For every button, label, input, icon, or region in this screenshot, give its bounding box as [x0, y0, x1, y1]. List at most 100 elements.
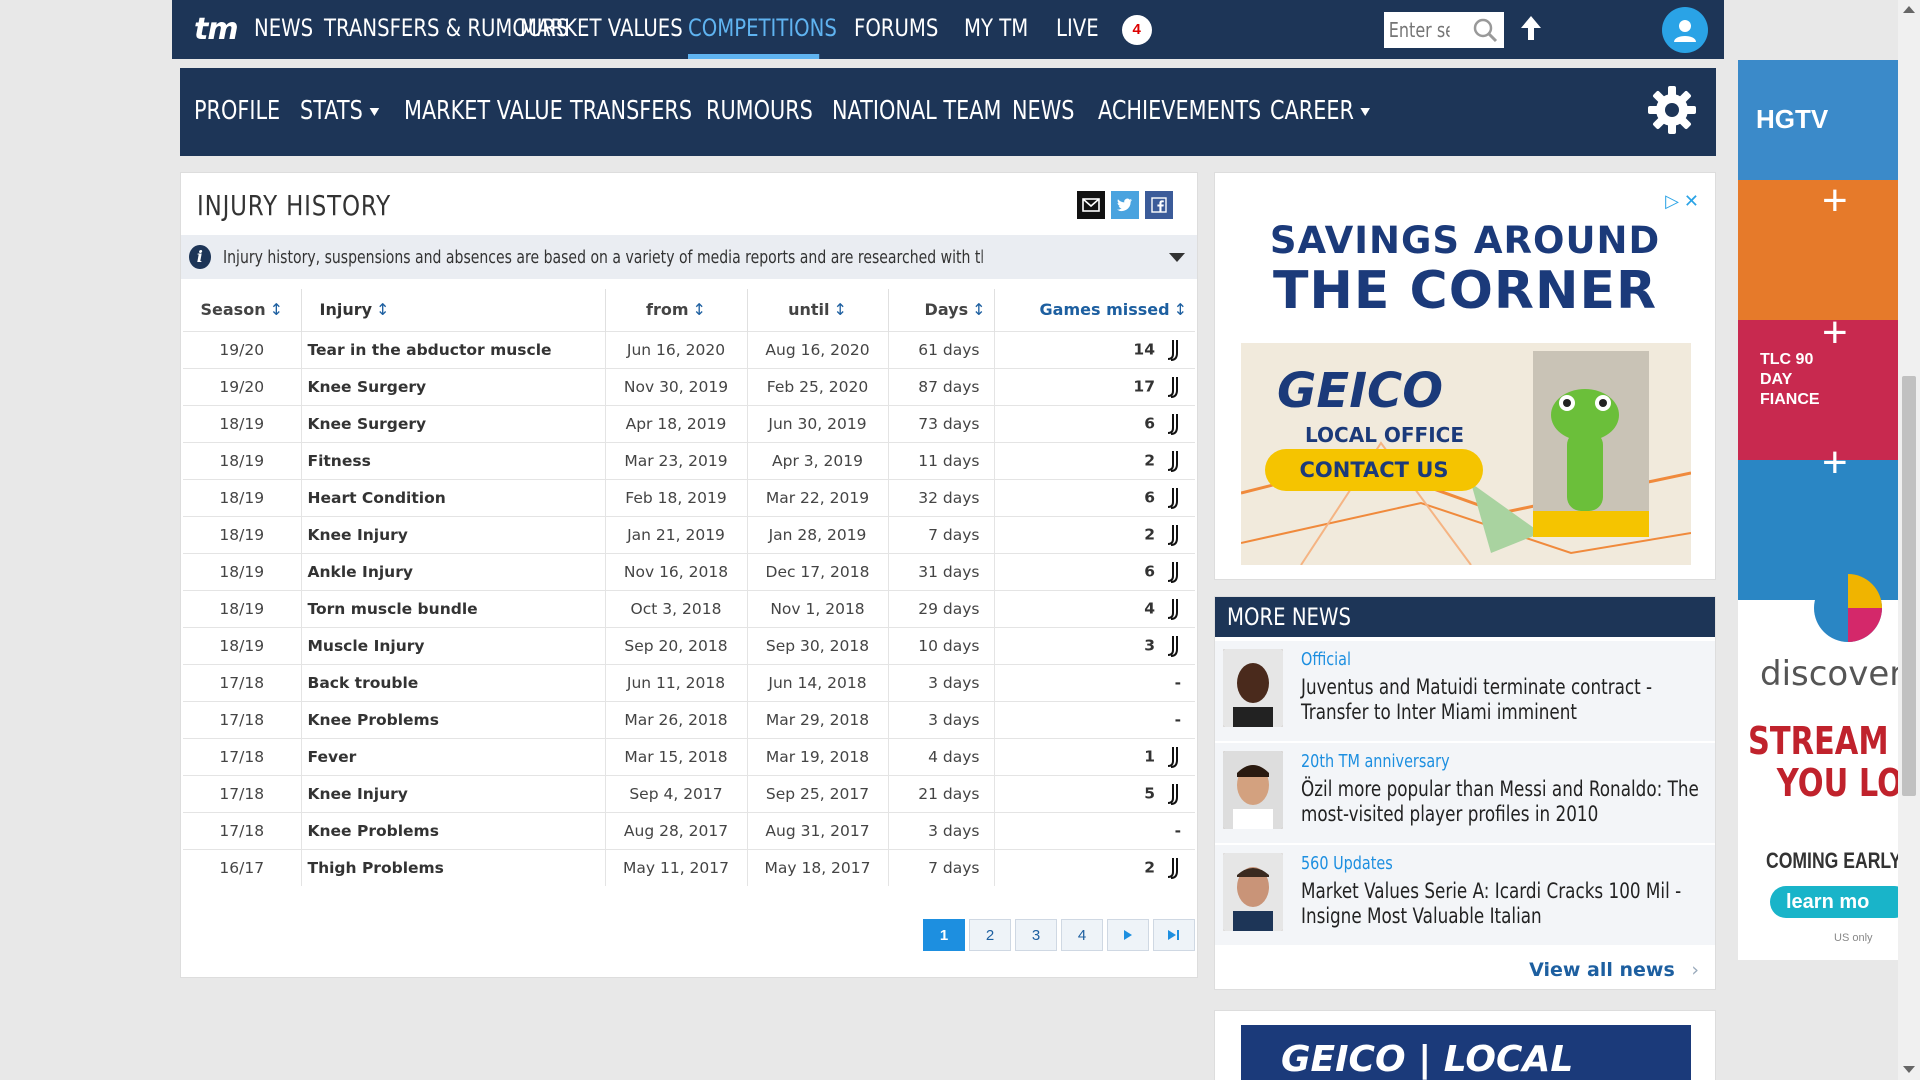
- news-item[interactable]: 560 Updates Market Values Serie A: Icard…: [1215, 845, 1715, 945]
- cell-games-missed: 6: [994, 552, 1195, 590]
- tab-national-team[interactable]: NATIONAL TEAM: [832, 96, 1001, 126]
- view-all-news-link[interactable]: View all news ›: [1529, 959, 1699, 981]
- nav-my-tm[interactable]: MY TM: [964, 0, 1039, 59]
- cell-injury[interactable]: Knee Problems: [301, 811, 606, 849]
- column-days[interactable]: Days ↕: [888, 289, 995, 331]
- cell-injury[interactable]: Back trouble: [301, 663, 606, 701]
- share-twitter-button[interactable]: [1111, 191, 1139, 219]
- cell-injury[interactable]: Knee Surgery: [301, 404, 606, 442]
- cell-injury[interactable]: Ankle Injury: [301, 552, 606, 590]
- juventus-crest-icon[interactable]: [1167, 783, 1181, 805]
- cell-injury[interactable]: Torn muscle bundle: [301, 589, 606, 627]
- news-item[interactable]: Official Juventus and Matuidi terminate …: [1215, 641, 1715, 741]
- cell-injury[interactable]: Knee Surgery: [301, 367, 606, 405]
- juventus-crest-icon[interactable]: [1167, 561, 1181, 583]
- next-page-button[interactable]: [1107, 919, 1149, 951]
- ad-choices-icon[interactable]: ▷ ✕: [1665, 191, 1699, 212]
- pagination: 1 2 3 4: [923, 919, 1195, 951]
- news-headline[interactable]: Özil more popular than Messi and Ronaldo…: [1301, 777, 1701, 827]
- page-1-button[interactable]: 1: [923, 919, 965, 951]
- nav-market-values[interactable]: MARKET VALUES: [520, 0, 683, 59]
- nav-forums[interactable]: FORUMS: [854, 0, 944, 59]
- juventus-crest-icon[interactable]: [1167, 487, 1181, 509]
- cell-days: 7 days: [888, 515, 995, 553]
- tab-market-value[interactable]: MARKET VALUE: [404, 96, 563, 126]
- tab-career[interactable]: CAREER: [1270, 96, 1370, 126]
- cell-injury[interactable]: Thigh Problems: [301, 848, 606, 886]
- column-until[interactable]: until ↕: [747, 289, 889, 331]
- scroll-up-icon[interactable]: [1903, 6, 1915, 13]
- cell-injury[interactable]: Tear in the abductor muscle: [301, 330, 606, 368]
- transfermarkt-logo[interactable]: tm: [194, 12, 239, 47]
- share-facebook-button[interactable]: [1145, 191, 1173, 219]
- news-item[interactable]: 20th TM anniversary Özil more popular th…: [1215, 743, 1715, 843]
- last-page-button[interactable]: [1153, 919, 1195, 951]
- scroll-top-icon[interactable]: [1520, 14, 1542, 42]
- juventus-crest-icon[interactable]: [1167, 413, 1181, 435]
- chevron-down-icon: [369, 107, 379, 116]
- cell-until: Jun 14, 2018: [747, 663, 889, 701]
- juventus-crest-icon[interactable]: [1167, 339, 1181, 361]
- scroll-down-icon[interactable]: [1903, 1066, 1915, 1073]
- page-scrollbar[interactable]: [1898, 0, 1920, 1080]
- user-avatar[interactable]: [1662, 7, 1708, 53]
- cell-injury[interactable]: Muscle Injury: [301, 626, 606, 664]
- tab-stats[interactable]: STATS: [300, 96, 379, 126]
- injury-table: Season ↕ Injury ↕ from ↕ until ↕ Days ↕ Games…: [183, 289, 1195, 886]
- contact-us-button[interactable]: CONTACT US: [1265, 449, 1483, 491]
- column-season[interactable]: Season ↕: [183, 289, 302, 331]
- search-icon[interactable]: [1472, 17, 1498, 43]
- nav-transfers-rumours[interactable]: TRANSFERS & RUMOURS: [324, 0, 568, 59]
- juventus-crest-icon[interactable]: [1167, 857, 1181, 879]
- page-2-button[interactable]: 2: [969, 919, 1011, 951]
- cell-injury[interactable]: Knee Injury: [301, 515, 606, 553]
- cell-injury[interactable]: Knee Injury: [301, 774, 606, 812]
- tab-news[interactable]: NEWS: [1012, 96, 1074, 126]
- plus-icon: +: [1822, 438, 1848, 487]
- chevron-down-icon[interactable]: [1169, 253, 1185, 262]
- share-email-button[interactable]: [1077, 191, 1105, 219]
- mail-icon: [1082, 198, 1100, 212]
- juventus-crest-icon[interactable]: [1167, 376, 1181, 398]
- nav-competitions[interactable]: COMPETITIONS: [687, 0, 836, 59]
- news-headline[interactable]: Market Values Serie A: Icardi Cracks 100…: [1301, 879, 1701, 929]
- news-category[interactable]: 560 Updates: [1301, 853, 1393, 874]
- tab-rumours[interactable]: RUMOURS: [706, 96, 813, 126]
- column-injury-label: Injury: [319, 300, 373, 320]
- tab-achievements[interactable]: ACHIEVEMENTS: [1098, 96, 1261, 126]
- injury-info-bar[interactable]: i Injury history, suspensions and absenc…: [181, 235, 1197, 279]
- column-games-missed[interactable]: Games missed ↕: [994, 289, 1195, 331]
- juventus-crest-icon[interactable]: [1167, 635, 1181, 657]
- cell-season: 17/18: [183, 811, 302, 849]
- table-row: 17/18 Knee Injury Sep 4, 2017 Sep 25, 2017 2…: [183, 774, 1195, 812]
- cell-injury[interactable]: Heart Condition: [301, 478, 606, 516]
- juventus-crest-icon[interactable]: [1167, 746, 1181, 768]
- gear-icon[interactable]: [1646, 84, 1698, 136]
- scrollbar-thumb[interactable]: [1902, 376, 1916, 796]
- cell-days: 10 days: [888, 626, 995, 664]
- nav-live[interactable]: LIVE: [1056, 0, 1105, 59]
- news-category[interactable]: Official: [1301, 649, 1351, 670]
- cell-injury[interactable]: Fever: [301, 737, 606, 775]
- cell-injury[interactable]: Fitness: [301, 441, 606, 479]
- page-4-button[interactable]: 4: [1061, 919, 1103, 951]
- local-office-label: LOCAL OFFICE: [1305, 423, 1465, 447]
- nav-news[interactable]: NEWS: [254, 0, 313, 59]
- search-input[interactable]: [1384, 18, 1450, 42]
- geico-ad-bottom[interactable]: GEICO | LOCAL OFFICE: [1214, 1010, 1716, 1080]
- news-headline[interactable]: Juventus and Matuidi terminate contract …: [1301, 675, 1701, 725]
- column-injury[interactable]: Injury ↕: [301, 289, 606, 331]
- learn-more-button[interactable]: learn mo: [1770, 886, 1898, 918]
- juventus-crest-icon[interactable]: [1167, 450, 1181, 472]
- side-skyscraper-ad[interactable]: HGTV TLC 90 DAY FIANCE + + + discover ST…: [1738, 60, 1898, 960]
- tab-transfers[interactable]: TRANSFERS: [570, 96, 692, 126]
- geico-ad[interactable]: ▷ ✕ SAVINGS AROUND THE CORNER GEICO LOCA…: [1214, 172, 1716, 580]
- juventus-crest-icon[interactable]: [1167, 524, 1181, 546]
- tab-profile[interactable]: PROFILE: [194, 96, 280, 126]
- juventus-crest-icon[interactable]: [1167, 598, 1181, 620]
- news-category[interactable]: 20th TM anniversary: [1301, 751, 1450, 772]
- page-3-button[interactable]: 3: [1015, 919, 1057, 951]
- injury-history-box: INJURY HISTORY i Injury history, suspens…: [180, 172, 1198, 978]
- cell-injury[interactable]: Knee Problems: [301, 700, 606, 738]
- column-from[interactable]: from ↕: [605, 289, 748, 331]
